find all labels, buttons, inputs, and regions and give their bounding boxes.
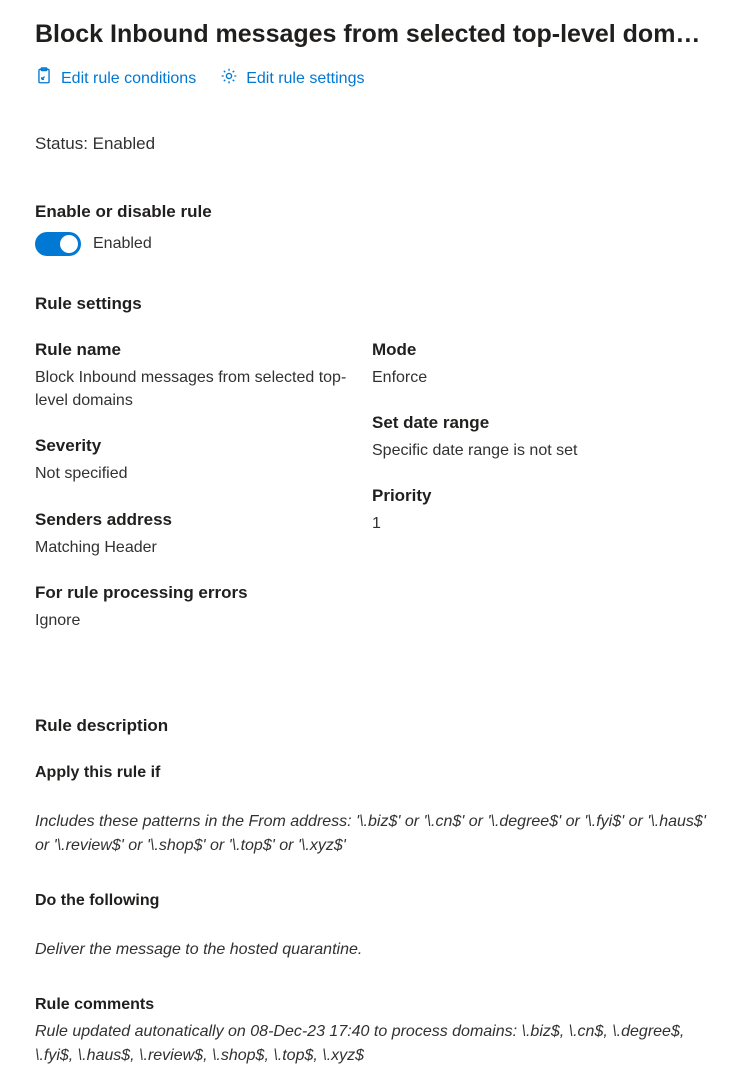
field-label: Priority [372,486,689,506]
status-line: Status: Enabled [35,134,709,154]
enable-toggle-row: Enabled [35,232,709,256]
field-rule-name: Rule name Block Inbound messages from se… [35,340,352,412]
field-date-range: Set date range Specific date range is no… [372,413,689,462]
toggle-knob [60,235,78,253]
edit-conditions-link[interactable]: Edit rule conditions [35,67,196,90]
field-value: Matching Header [35,536,352,559]
field-value: Not specified [35,462,352,485]
edit-settings-link[interactable]: Edit rule settings [220,67,364,90]
edit-settings-label: Edit rule settings [246,70,364,88]
edit-conditions-label: Edit rule conditions [61,70,196,88]
field-priority: Priority 1 [372,486,689,535]
settings-columns: Rule name Block Inbound messages from se… [35,340,709,656]
clipboard-icon [35,67,53,90]
field-label: Rule name [35,340,352,360]
field-processing-errors: For rule processing errors Ignore [35,583,352,632]
field-label: Mode [372,340,689,360]
field-label: Senders address [35,510,352,530]
field-value: 1 [372,512,689,535]
field-severity: Severity Not specified [35,436,352,485]
settings-right-col: Mode Enforce Set date range Specific dat… [372,340,709,656]
apply-if-text: Includes these patterns in the From addr… [35,810,709,858]
field-label: Severity [35,436,352,456]
field-value: Enforce [372,366,689,389]
apply-if-heading: Apply this rule if [35,764,709,782]
field-value: Block Inbound messages from selected top… [35,366,352,412]
settings-left-col: Rule name Block Inbound messages from se… [35,340,372,656]
field-value: Specific date range is not set [372,439,689,462]
action-bar: Edit rule conditions Edit rule settings [35,67,709,90]
page-title: Block Inbound messages from selected top… [35,20,709,49]
field-senders-address: Senders address Matching Header [35,510,352,559]
enable-disable-heading: Enable or disable rule [35,202,709,222]
field-mode: Mode Enforce [372,340,689,389]
rule-settings-heading: Rule settings [35,294,709,314]
field-label: Set date range [372,413,689,433]
rule-description-section: Rule description Apply this rule if Incl… [35,716,709,1068]
field-value: Ignore [35,609,352,632]
field-label: For rule processing errors [35,583,352,603]
enable-toggle[interactable] [35,232,81,256]
rule-comments-heading: Rule comments [35,996,709,1014]
enable-toggle-label: Enabled [93,235,152,253]
rule-description-heading: Rule description [35,716,709,736]
rule-comments-text: Rule updated autonatically on 08-Dec-23 … [35,1020,709,1068]
do-following-text: Deliver the message to the hosted quaran… [35,938,709,962]
do-following-heading: Do the following [35,892,709,910]
rule-settings-block: Rule settings Rule name Block Inbound me… [35,294,709,656]
gear-icon [220,67,238,90]
